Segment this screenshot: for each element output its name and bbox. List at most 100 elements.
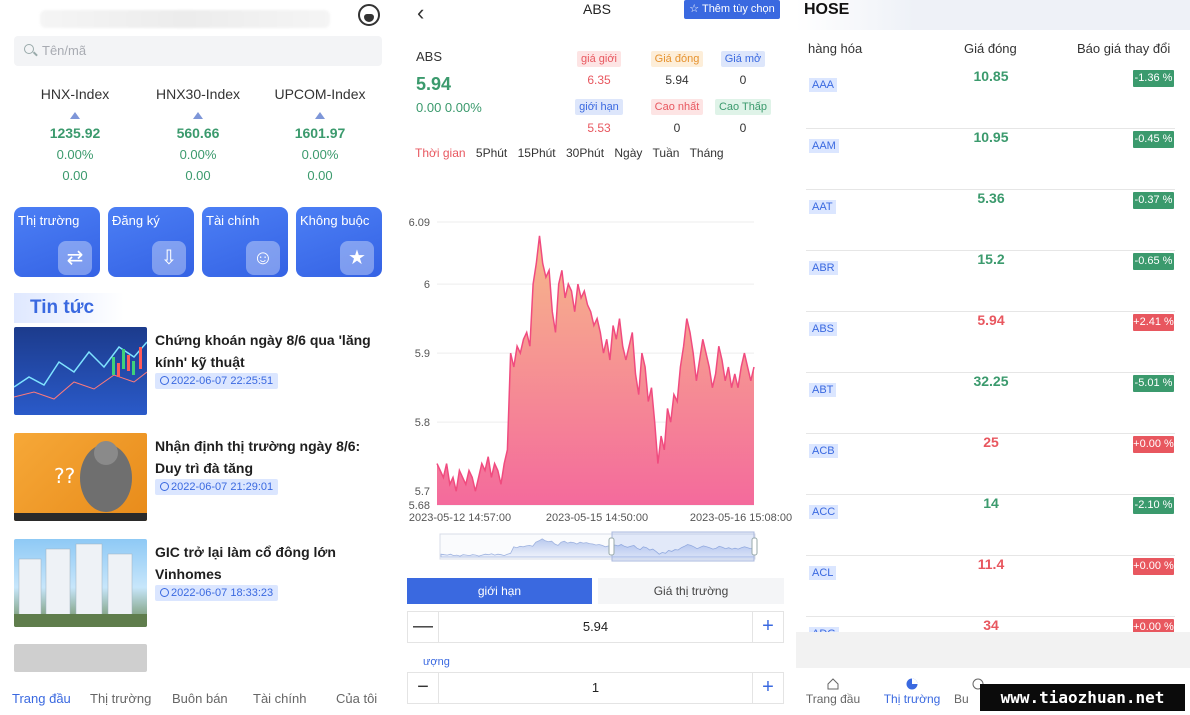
quote-value: 0	[739, 73, 747, 87]
quote-close: Giá đóng 5.94	[647, 49, 707, 87]
quote-label: Giá mở	[720, 51, 766, 67]
index-hnx30[interactable]: HNX30-Index 560.66 0.00% 0.00	[138, 86, 258, 183]
tab-30min[interactable]: 30Phút	[566, 146, 604, 160]
col-header-symbol: hàng hóa	[808, 41, 863, 56]
index-name: HNX30-Index	[155, 86, 241, 102]
tab-limit-order[interactable]: giới hạn	[407, 578, 592, 604]
news-item-partial[interactable]	[14, 644, 384, 672]
table-row[interactable]: ACB 25 +0.00 %	[806, 434, 1175, 495]
index-upcom[interactable]: UPCOM-Index 1601.97 0.00% 0.00	[260, 86, 380, 183]
tile-optional[interactable]: Không buộc ★	[296, 207, 382, 277]
news-item[interactable]: GIC trở lại làm cổ đông lớn Vinhomes 202…	[14, 539, 384, 627]
tab-5min[interactable]: 5Phút	[476, 146, 507, 160]
table-row[interactable]: ACC 14 -2.10 %	[806, 495, 1175, 556]
add-watchlist-button[interactable]: ☆ Thêm tùy chọn	[684, 0, 780, 19]
quote-value: 5.94	[665, 73, 689, 87]
search-input[interactable]: Tên/mã	[14, 36, 382, 66]
tab-market-order[interactable]: Giá thị trường	[598, 578, 784, 604]
nav-market[interactable]: Thị trường	[882, 678, 942, 706]
row-change-badge: -5.01 %	[1133, 375, 1174, 392]
up-triangle-icon	[70, 112, 80, 119]
row-symbol: ACC	[809, 505, 839, 519]
add-watchlist-label: Thêm tùy chọn	[701, 3, 775, 15]
news-time-text: 2022-06-07 21:29:01	[171, 481, 274, 493]
index-hnx[interactable]: HNX-Index 1235.92 0.00% 0.00	[15, 86, 135, 183]
table-row[interactable]: ABR 15.2 -0.65 %	[806, 251, 1175, 312]
index-value: 1601.97	[294, 125, 346, 141]
row-symbol: ACB	[809, 444, 838, 458]
news-thumbnail	[14, 644, 147, 672]
zoom-slider-window[interactable]	[611, 531, 755, 562]
price-value[interactable]: 5.94	[439, 612, 752, 642]
index-change: 0.00	[307, 168, 333, 183]
table-row[interactable]: ACL 11.4 +0.00 %	[806, 556, 1175, 617]
chart-x-tick-label: 2023-05-12 14:57:00	[409, 512, 511, 524]
tab-month[interactable]: Tháng	[690, 146, 724, 160]
quantity-plus-button[interactable]: +	[752, 673, 783, 703]
nav-home[interactable]: Trang đầu	[12, 691, 71, 706]
search-icon	[24, 44, 34, 54]
chart-x-tick-label: 2023-05-16 15:08:00	[690, 512, 792, 524]
index-pct: 0.00%	[179, 147, 217, 162]
table-row[interactable]: AAT 5.36 -0.37 %	[806, 190, 1175, 251]
star-outline-icon: ☆	[689, 3, 702, 15]
quote-open: Giá mở 0	[713, 49, 773, 87]
news-title: GIC trở lại làm cổ đông lớn Vinhomes	[155, 544, 336, 582]
index-name: HNX-Index	[40, 86, 110, 102]
nav-mine[interactable]: Của tôi	[336, 691, 377, 706]
row-change-badge: -0.65 %	[1133, 253, 1174, 270]
quote-label: Cao nhất	[650, 99, 704, 115]
tile-register[interactable]: Đăng ký ⇩	[108, 207, 194, 277]
news-thumbnail: ??	[14, 433, 147, 521]
tab-15min[interactable]: 15Phút	[518, 146, 556, 160]
tab-time[interactable]: Thời gian	[415, 146, 466, 160]
chart-y-tick-label: 6	[424, 279, 430, 291]
row-symbol: ABS	[809, 322, 838, 336]
table-row[interactable]: AAM 10.95 -0.45 %	[806, 129, 1175, 190]
home-panel: Tên/mã HNX-Index 1235.92 0.00% 0.00 HNX3…	[0, 0, 397, 715]
tile-market[interactable]: Thị trường ⇄	[14, 207, 100, 277]
index-pct: 0.00%	[56, 147, 94, 162]
row-close-price: 25	[983, 434, 999, 450]
row-change-badge: -0.45 %	[1133, 131, 1174, 148]
tile-label: Đăng ký	[112, 213, 160, 228]
row-symbol: AAT	[809, 200, 836, 214]
news-title: Nhận định thị trường ngày 8/6: Duy trì đ…	[155, 438, 361, 476]
nav-trade[interactable]: Buôn bán	[172, 691, 228, 706]
tile-finance[interactable]: Tài chính ☺	[202, 207, 288, 277]
tab-day[interactable]: Ngày	[614, 146, 642, 160]
exchange-tab-hose[interactable]: HOSE	[796, 0, 1190, 30]
nav-home[interactable]: Trang đầu	[803, 678, 863, 706]
quantity-minus-button[interactable]: −	[408, 673, 439, 703]
price-plus-button[interactable]: +	[752, 612, 783, 642]
up-triangle-icon	[315, 112, 325, 119]
chart-y-tick-label: 5.9	[415, 348, 430, 360]
back-arrow-icon[interactable]: ‹	[417, 0, 424, 26]
price-minus-button[interactable]: —	[408, 612, 439, 642]
tab-week[interactable]: Tuần	[653, 146, 680, 160]
nav-market-label: Thị trường	[883, 692, 941, 706]
buildings-thumbnail-icon	[14, 543, 147, 627]
news-item[interactable]: Chứng khoán ngày 8/6 qua 'lăng kính' kỹ …	[14, 327, 384, 415]
user-avatar-icon[interactable]	[358, 4, 380, 26]
chart-x-ticks: 2023-05-12 14:57:00 2023-05-15 14:50:00 20…	[409, 512, 792, 524]
candlestick-thumbnail-icon	[14, 341, 147, 400]
table-row[interactable]: ABT 32.25 -5.01 %	[806, 373, 1175, 434]
tile-label: Không buộc	[300, 213, 370, 228]
quote-floor: giới hạn 5.53	[569, 97, 629, 135]
zoom-handle-right[interactable]	[751, 537, 758, 556]
table-row[interactable]: ABS 5.94 +2.41 %	[806, 312, 1175, 373]
thinker-statue-thumbnail-icon: ??	[14, 441, 147, 521]
download-icon: ⇩	[152, 241, 186, 275]
quote-label: Giá đóng	[650, 51, 704, 67]
quantity-value[interactable]: 1	[439, 673, 752, 703]
price-stepper: — 5.94 +	[407, 611, 784, 643]
nav-market[interactable]: Thị trường	[90, 691, 151, 706]
nav-finance[interactable]: Tài chính	[253, 691, 306, 706]
news-item[interactable]: ?? Nhận định thị trường ngày 8/6: Duy tr…	[14, 433, 384, 521]
news-time: 2022-06-07 22:25:51	[155, 373, 279, 389]
row-change-badge: +0.00 %	[1133, 558, 1174, 575]
table-row[interactable]: AAA 10.85 -1.36 %	[806, 68, 1175, 129]
zoom-handle-left[interactable]	[608, 537, 615, 556]
price-chart[interactable]: 6.0965.95.85.75.68 2023-05-12 14:57:00 20…	[399, 200, 794, 570]
